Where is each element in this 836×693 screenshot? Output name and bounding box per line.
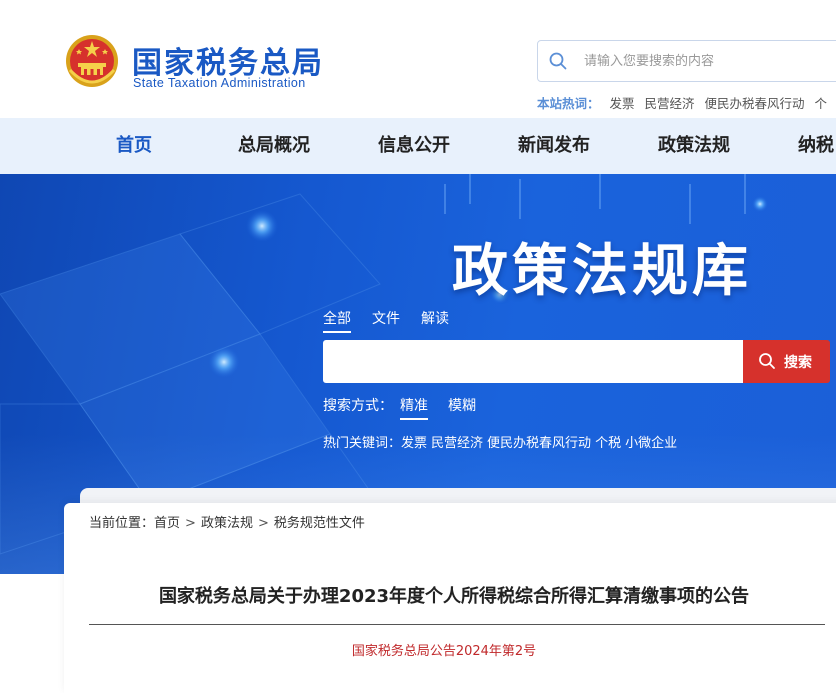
policy-library-title: 政策法规库: [452, 238, 752, 304]
document-number: 国家税务总局公告2024年第2号: [351, 644, 537, 659]
nav-item-overview[interactable]: 总局概况: [238, 118, 310, 174]
breadcrumb-item-policy[interactable]: 政策法规: [201, 516, 253, 531]
tab-all[interactable]: 全部: [323, 308, 351, 333]
hot-words-label: 本站热词：: [537, 96, 600, 111]
breadcrumb-separator: >: [185, 516, 196, 531]
national-emblem-icon: [66, 35, 118, 87]
search-icon: [759, 353, 775, 369]
search-icon[interactable]: [548, 51, 568, 71]
hot-keywords-label: 热门关键词：: [323, 436, 402, 451]
hot-keywords: 热门关键词：发票 民营经济 便民办税春风行动 个税 小微企业: [323, 432, 681, 451]
hot-word-link[interactable]: 个: [815, 96, 828, 111]
tab-interpretations[interactable]: 解读: [421, 308, 449, 328]
policy-search-button[interactable]: 搜索: [743, 340, 830, 383]
nav-item-policy[interactable]: 政策法规: [658, 118, 730, 174]
breadcrumb-item-home[interactable]: 首页: [154, 516, 180, 531]
search-mode-label: 搜索方式：: [323, 398, 393, 414]
hot-keyword-link[interactable]: 便民办税春风行动: [487, 436, 591, 451]
breadcrumb-separator: >: [257, 516, 269, 531]
hot-keyword-link[interactable]: 个税: [595, 436, 621, 451]
nav-item-home[interactable]: 首页: [116, 118, 152, 174]
site-search-input[interactable]: [584, 50, 834, 72]
nav-item-info-disclosure[interactable]: 信息公开: [378, 118, 450, 174]
site-hot-words: 本站热词： 发票 民营经济 便民办税春风行动 个: [537, 93, 827, 112]
content-card: 当前位置：首页 > 政策法规 > 税务规范性文件 国家税务总局关于办理2023年度个人所…: [64, 503, 836, 693]
breadcrumb-label: 当前位置：: [89, 516, 155, 531]
nav-item-taxpayer[interactable]: 纳税: [798, 118, 834, 174]
tab-documents[interactable]: 文件: [372, 308, 400, 328]
hot-keyword-link[interactable]: 小微企业: [625, 436, 677, 451]
hot-word-link[interactable]: 便民办税春风行动: [705, 96, 805, 111]
hot-keyword-link[interactable]: 发票: [401, 436, 427, 451]
breadcrumb: 当前位置：首页 > 政策法规 > 税务规范性文件: [89, 512, 365, 531]
site-search-box[interactable]: [537, 40, 836, 82]
policy-search-bar: 搜索: [323, 340, 830, 383]
title-divider: [89, 624, 825, 625]
breadcrumb-item-normative-docs[interactable]: 税务规范性文件: [274, 516, 365, 531]
hot-word-link[interactable]: 民营经济: [645, 96, 695, 111]
policy-search-input[interactable]: [323, 340, 743, 383]
hot-word-link[interactable]: 发票: [610, 96, 635, 111]
search-mode-fuzzy[interactable]: 模糊: [448, 395, 476, 415]
hot-keyword-link[interactable]: 民营经济: [431, 436, 483, 451]
document-title: 国家税务总局关于办理2023年度个人所得税综合所得汇算清缴事项的公告: [158, 586, 750, 607]
main-nav: 首页 总局概况 信息公开 新闻发布 政策法规 纳税: [0, 118, 836, 174]
search-mode-exact[interactable]: 精准: [400, 395, 428, 420]
site-logo-subtitle[interactable]: State Taxation Administration: [133, 76, 306, 90]
site-header: 国家税务总局 State Taxation Administration 本站热…: [0, 0, 836, 118]
nav-item-news[interactable]: 新闻发布: [518, 118, 590, 174]
search-button-label: 搜索: [784, 355, 812, 371]
